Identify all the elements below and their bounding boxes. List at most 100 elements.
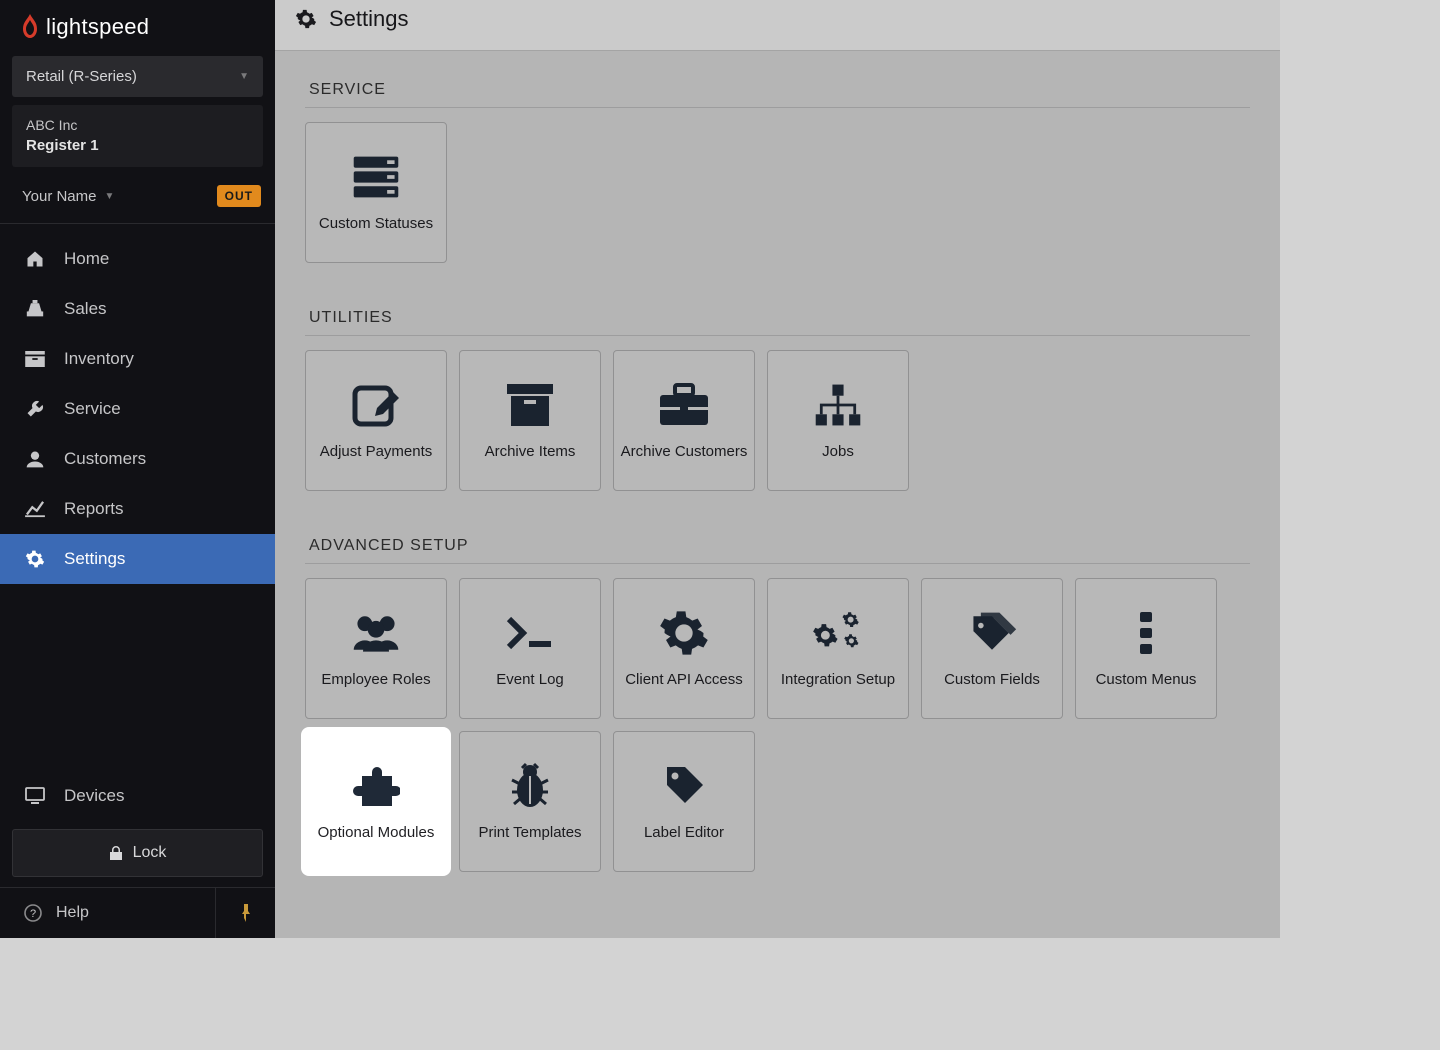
sidebar-item-sales[interactable]: Sales xyxy=(0,284,275,334)
tile-jobs[interactable]: Jobs xyxy=(767,350,909,491)
chevron-down-icon: ▼ xyxy=(105,191,115,202)
sidebar-bottom: Devices Lock ? Help xyxy=(0,771,275,938)
puzzle-icon xyxy=(350,760,402,812)
page-title: Settings xyxy=(329,6,409,32)
lock-label: Lock xyxy=(133,844,167,862)
status-badge: OUT xyxy=(217,185,261,207)
tags-icon xyxy=(966,607,1018,659)
terminal-icon xyxy=(504,607,556,659)
tile-label: Optional Modules xyxy=(318,824,435,843)
user-name: Your Name ▼ xyxy=(22,188,114,205)
org-name: ABC Inc xyxy=(26,115,249,135)
sidebar-item-customers[interactable]: Customers xyxy=(0,434,275,484)
product-selector[interactable]: Retail (R-Series) ▼ xyxy=(12,56,263,97)
sidebar-item-home[interactable]: Home xyxy=(0,234,275,284)
tile-grid: Employee Roles Event Log Client API Access… xyxy=(305,578,1250,872)
nav: Home Sales Inventory Service Customers Report… xyxy=(0,224,275,771)
tag-icon xyxy=(658,760,710,812)
bug-icon xyxy=(504,760,556,812)
tile-custom-menus[interactable]: Custom Menus xyxy=(1075,578,1217,719)
monitor-icon xyxy=(24,785,46,807)
tile-label: Integration Setup xyxy=(781,671,895,690)
sidebar-item-devices[interactable]: Devices xyxy=(0,771,275,821)
product-selector-label: Retail (R-Series) xyxy=(26,68,137,85)
tile-grid: Adjust Payments Archive Items Archive Cust… xyxy=(305,350,1250,491)
sidebar-item-label: Sales xyxy=(64,299,107,319)
tile-optional-modules[interactable]: Optional Modules xyxy=(305,731,447,872)
tile-print-templates[interactable]: Print Templates xyxy=(459,731,601,872)
sidebar-item-reports[interactable]: Reports xyxy=(0,484,275,534)
logo-row: lightspeed xyxy=(0,0,275,52)
tile-label-editor[interactable]: Label Editor xyxy=(613,731,755,872)
register-name: Register 1 xyxy=(26,135,249,157)
sidebar-item-service[interactable]: Service xyxy=(0,384,275,434)
sidebar-item-label: Customers xyxy=(64,449,146,469)
pin-icon xyxy=(240,904,252,922)
sidebar-item-inventory[interactable]: Inventory xyxy=(0,334,275,384)
sitemap-icon xyxy=(812,379,864,431)
tile-label: Jobs xyxy=(822,443,854,462)
main-content: Settings SERVICE Custom Statuses UTILITIES… xyxy=(275,0,1280,938)
tile-custom-fields[interactable]: Custom Fields xyxy=(921,578,1063,719)
home-icon xyxy=(24,248,46,270)
gears-icon xyxy=(812,607,864,659)
user-row[interactable]: Your Name ▼ OUT xyxy=(0,175,275,224)
archive-icon xyxy=(504,379,556,431)
gear-icon xyxy=(24,548,46,570)
section-title: ADVANCED SETUP xyxy=(305,527,1250,564)
tile-event-log[interactable]: Event Log xyxy=(459,578,601,719)
org-block[interactable]: ABC Inc Register 1 xyxy=(12,105,263,167)
tile-archive-items[interactable]: Archive Items xyxy=(459,350,601,491)
inventory-icon xyxy=(24,348,46,370)
tile-client-api-access[interactable]: Client API Access xyxy=(613,578,755,719)
users-icon xyxy=(350,607,402,659)
server-icon xyxy=(350,151,402,203)
help-row: ? Help xyxy=(0,887,275,938)
svg-text:?: ? xyxy=(30,908,36,920)
sidebar-item-label: Service xyxy=(64,399,121,419)
tile-label: Client API Access xyxy=(625,671,743,690)
tile-label: Custom Menus xyxy=(1096,671,1197,690)
wrench-icon xyxy=(24,398,46,420)
sidebar-item-label: Devices xyxy=(64,786,124,806)
tile-label: Archive Items xyxy=(485,443,576,462)
edit-icon xyxy=(350,379,402,431)
question-icon: ? xyxy=(24,904,42,922)
page-header: Settings xyxy=(275,0,1280,51)
sidebar-item-settings[interactable]: Settings xyxy=(0,534,275,584)
tile-label: Adjust Payments xyxy=(320,443,433,462)
tile-custom-statuses[interactable]: Custom Statuses xyxy=(305,122,447,263)
tile-archive-customers[interactable]: Archive Customers xyxy=(613,350,755,491)
section-title: SERVICE xyxy=(305,71,1250,108)
tile-employee-roles[interactable]: Employee Roles xyxy=(305,578,447,719)
section-title: UTILITIES xyxy=(305,299,1250,336)
lock-icon xyxy=(109,845,123,861)
chevron-down-icon: ▼ xyxy=(239,71,249,82)
tile-label: Custom Fields xyxy=(944,671,1040,690)
main-body: SERVICE Custom Statuses UTILITIES Adjust Pa… xyxy=(275,51,1280,938)
tile-label: Employee Roles xyxy=(321,671,430,690)
help-label: Help xyxy=(56,904,89,922)
help-button[interactable]: ? Help xyxy=(0,890,215,936)
menu-dots-icon xyxy=(1120,607,1172,659)
tile-label: Custom Statuses xyxy=(319,215,433,234)
chart-icon xyxy=(24,498,46,520)
tile-adjust-payments[interactable]: Adjust Payments xyxy=(305,350,447,491)
tile-integration-setup[interactable]: Integration Setup xyxy=(767,578,909,719)
gear-big-icon xyxy=(658,607,710,659)
tile-label: Event Log xyxy=(496,671,564,690)
register-icon xyxy=(24,298,46,320)
sidebar-item-label: Reports xyxy=(64,499,124,519)
pin-button[interactable] xyxy=(215,888,275,938)
tile-label: Archive Customers xyxy=(621,443,748,462)
user-icon xyxy=(24,448,46,470)
tile-label: Print Templates xyxy=(478,824,581,843)
briefcase-icon xyxy=(658,379,710,431)
sidebar-item-label: Inventory xyxy=(64,349,134,369)
tile-grid: Custom Statuses xyxy=(305,122,1250,263)
sidebar-item-label: Settings xyxy=(64,549,125,569)
tile-label: Label Editor xyxy=(644,824,724,843)
sidebar: lightspeed Retail (R-Series) ▼ ABC Inc R… xyxy=(0,0,275,938)
lock-button[interactable]: Lock xyxy=(12,829,263,877)
brand-text: lightspeed xyxy=(46,14,149,40)
